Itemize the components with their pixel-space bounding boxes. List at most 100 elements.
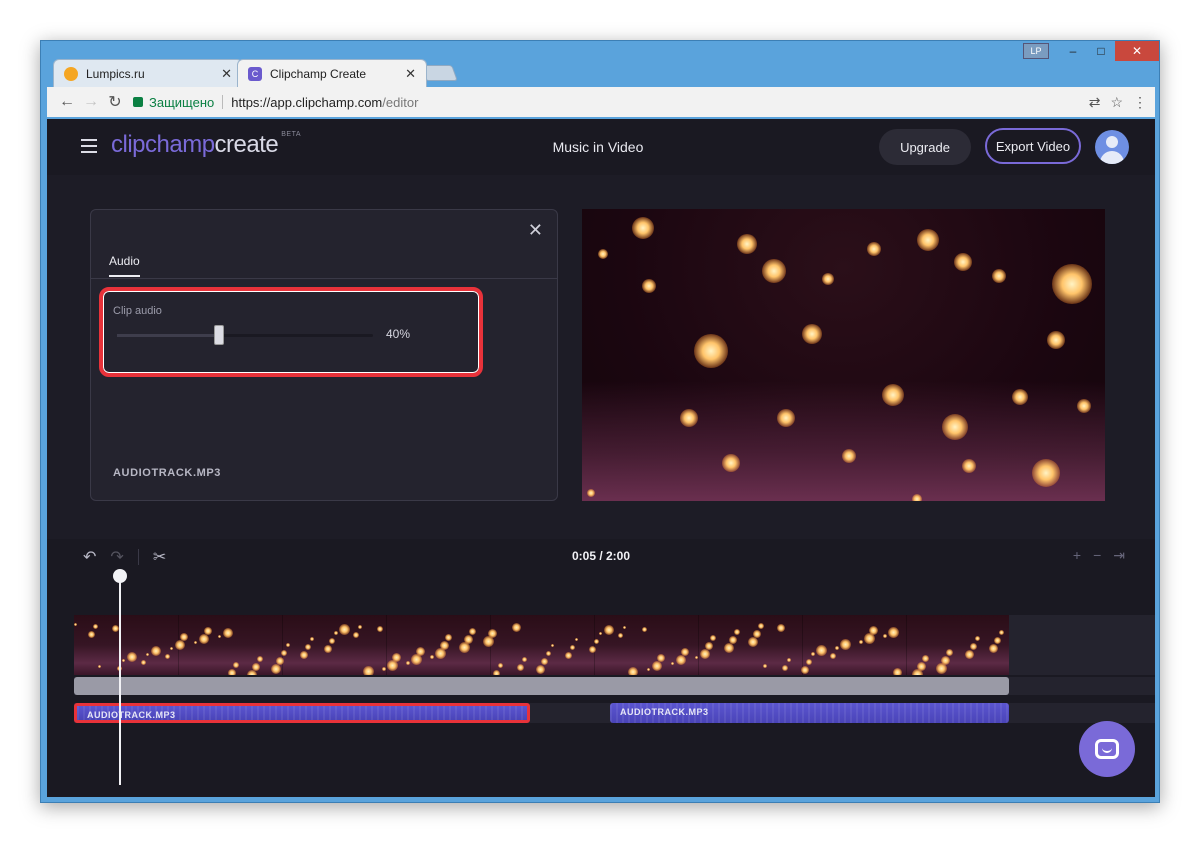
volume-slider-thumb[interactable] (214, 325, 225, 345)
forward-icon[interactable]: → (79, 90, 103, 114)
thumbnail-bokeh (652, 661, 662, 671)
thumbnail-bokeh (536, 665, 545, 674)
thumbnail-bokeh (98, 665, 101, 668)
star-icon[interactable]: ☆ (1110, 94, 1123, 111)
thumbnail-bokeh (286, 643, 290, 647)
thumbnail-bokeh (551, 644, 554, 647)
tab-clipchamp[interactable]: C Clipchamp Create ✕ (237, 59, 427, 87)
profile-badge[interactable]: LP (1023, 43, 1049, 59)
volume-slider[interactable] (117, 325, 373, 345)
reload-icon[interactable]: ↻ (103, 90, 127, 114)
avatar[interactable] (1095, 130, 1129, 164)
bokeh-light (694, 334, 728, 368)
address-bar[interactable]: Защищено https://app.clipchamp.com/edito… (133, 90, 1083, 114)
tab-lumpics[interactable]: Lumpics.ru ✕ (53, 59, 243, 87)
beta-tag: BETA (281, 131, 302, 138)
thumbnail-bokeh (893, 668, 902, 675)
lumpics-favicon-icon (64, 66, 78, 81)
thumbnail-bokeh (112, 625, 119, 632)
bokeh-light (842, 449, 856, 463)
video-preview[interactable] (582, 209, 1105, 501)
audio-clip-label: AUDIOTRACK.MP3 (87, 710, 176, 720)
thumbnail-bokeh (459, 642, 470, 653)
thumbnail-bokeh (787, 658, 791, 662)
secure-label: Защищено (149, 94, 215, 110)
playhead-line (119, 573, 121, 785)
more-icon[interactable]: ⋮ (1133, 94, 1147, 111)
tab-strip: Lumpics.ru ✕ C Clipchamp Create ✕ LP – □… (41, 41, 1159, 87)
thumbnail-bokeh (334, 631, 338, 635)
thumbnail-bokeh (512, 623, 521, 632)
back-icon[interactable]: ← (55, 90, 79, 114)
thumbnail-bokeh (647, 668, 650, 671)
thumbnail-bokeh (522, 657, 527, 662)
bokeh-light (882, 384, 904, 406)
timeline: ↶ ↷ ✂ 0:05 / 2:00 + − ⇥ AUDIOTRACK.MP3 A… (47, 539, 1155, 797)
bokeh-light (954, 253, 972, 271)
thumbnail-bokeh (763, 664, 767, 668)
thumbnail-bokeh (377, 626, 383, 632)
thumbnail-bokeh (604, 625, 614, 635)
tab-audio[interactable]: Audio (109, 254, 140, 277)
thumbnail-bokeh (546, 651, 551, 656)
thumbnail-bokeh (859, 640, 863, 644)
zoom-out-icon[interactable]: − (1093, 547, 1101, 564)
bokeh-light (1047, 331, 1065, 349)
chat-button[interactable] (1079, 721, 1135, 777)
timecode: 0:05 / 2:00 (571, 549, 631, 563)
bokeh-light (822, 273, 834, 285)
thumbnail-bokeh (146, 653, 149, 656)
audio-clip[interactable]: AUDIOTRACK.MP3 (610, 703, 1009, 723)
bokeh-light (722, 454, 740, 472)
thumbnail-bokeh (310, 637, 314, 641)
project-title[interactable]: Music in Video (47, 139, 1149, 155)
zoom-in-icon[interactable]: + (1073, 547, 1081, 564)
thumbnail-bokeh (806, 659, 812, 665)
tab-title: Lumpics.ru (86, 66, 145, 81)
thumbnail-bokeh (618, 633, 623, 638)
bokeh-light (912, 494, 922, 501)
playhead-handle[interactable] (113, 569, 127, 583)
thumbnail-bokeh (782, 665, 788, 671)
thumbnail-bokeh (835, 646, 839, 650)
video-clip-bar[interactable] (74, 677, 1009, 695)
bokeh-light (1077, 399, 1091, 413)
thumbnail-bokeh (710, 635, 716, 641)
thumbnail-bokeh (695, 656, 698, 659)
close-tab-icon[interactable]: ✕ (405, 66, 416, 82)
thumbnail-bokeh (305, 644, 311, 650)
thumbnail-bokeh (888, 627, 899, 638)
upgrade-button[interactable]: Upgrade (879, 129, 971, 165)
clip-audio-label: Clip audio (113, 305, 162, 317)
audio-clip-selected[interactable]: AUDIOTRACK.MP3 (74, 703, 530, 723)
bokeh-light (737, 234, 757, 254)
maximize-icon[interactable]: □ (1087, 41, 1115, 61)
close-tab-icon[interactable]: ✕ (221, 66, 232, 82)
bokeh-light (867, 242, 881, 256)
video-clip-thumbnails[interactable] (74, 615, 1009, 675)
bokeh-light (587, 489, 595, 497)
export-video-button[interactable]: Export Video (985, 128, 1081, 164)
thumbnail-bokeh (445, 634, 452, 641)
thumbnail-bokeh (141, 660, 146, 665)
bokeh-light (962, 459, 976, 473)
thumbnail-bokeh (777, 624, 785, 632)
fit-icon[interactable]: ⇥ (1113, 547, 1125, 564)
thumbnail-bokeh (382, 667, 386, 671)
browser-window: Lumpics.ru ✕ C Clipchamp Create ✕ LP – □… (40, 40, 1160, 803)
bokeh-light (992, 269, 1006, 283)
thumbnail-bokeh (623, 626, 626, 629)
minimize-icon[interactable]: – (1059, 41, 1087, 61)
thumbnail-bokeh (329, 638, 335, 644)
translate-icon[interactable]: ⇄ (1089, 94, 1101, 111)
thumbnail-bokeh (324, 645, 332, 653)
thumbnail-divider (906, 615, 907, 675)
thumbnail-bokeh (170, 647, 173, 650)
bokeh-light (642, 279, 656, 293)
audio-file-name: AUDIOTRACK.MP3 (113, 467, 222, 479)
thumbnail-bokeh (411, 654, 422, 665)
toolbar-actions: ⇄ ☆ ⋮ (1089, 94, 1147, 111)
thumbnail-bokeh (676, 655, 686, 665)
close-icon[interactable]: ✕ (528, 220, 543, 241)
window-close-icon[interactable]: ✕ (1115, 41, 1159, 61)
